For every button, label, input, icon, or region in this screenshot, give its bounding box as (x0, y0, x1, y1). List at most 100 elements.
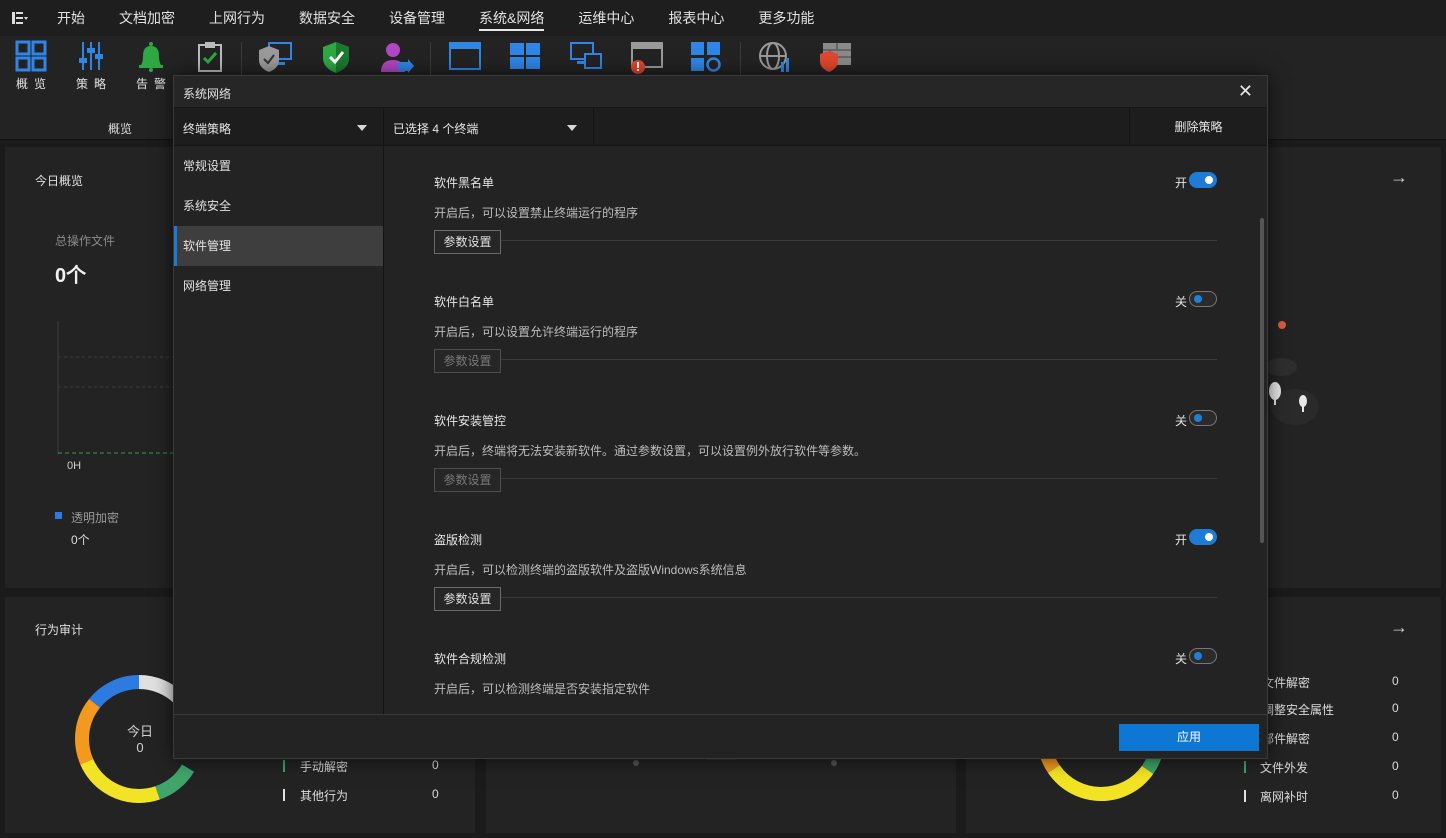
row-marker (1244, 790, 1246, 802)
window-icon (449, 42, 481, 70)
row-marker (1244, 761, 1246, 773)
setting-description: 开启后，可以设置禁止终端运行的程序 (434, 206, 639, 220)
apply-button[interactable]: 应用 (1119, 724, 1259, 751)
alarm-bell-icon (139, 42, 163, 72)
globe-chart-icon (759, 42, 789, 72)
nav-item-system-security[interactable]: 系统安全 (174, 186, 383, 226)
policy-type-dropdown[interactable]: 终端策略 (174, 108, 384, 146)
terminal-selection-dropdown[interactable]: 已选择 4 个终端 (384, 108, 594, 146)
shield-monitor-icon (259, 42, 292, 72)
toggle-knob (1205, 533, 1213, 541)
row-marker (283, 789, 285, 801)
setting-title: 软件黑名单 (434, 176, 495, 190)
settings-content: 软件黑名单 开 开启后，可以设置禁止终端运行的程序 参数设置 软件白名单 关 开… (385, 146, 1265, 714)
setting-software-blacklist: 软件黑名单 开 开启后，可以设置禁止终端运行的程序 参数设置 (434, 146, 1217, 254)
dialog-header: 系统网络 ✕ (174, 76, 1267, 108)
caret-down-icon (357, 125, 367, 131)
apps-grid-icon (691, 42, 721, 72)
tool-policy-label: 策略 (75, 77, 112, 91)
compliance-toggle[interactable] (1189, 648, 1217, 664)
toggle-state-label: 关 (1174, 295, 1187, 309)
dialog-subbar: 终端策略 已选择 4 个终端 删除策略 (174, 108, 1267, 146)
policy-sliders-icon (79, 42, 103, 70)
arrow-right-icon[interactable]: → (1390, 617, 1408, 638)
empty-state-illustration (1265, 321, 1319, 425)
system-network-dialog: 系统网络 ✕ 终端策略 已选择 4 个终端 删除策略 常规设置 系统安全 软件管… (173, 75, 1268, 759)
menu-more-features[interactable]: 更多功能 (741, 0, 831, 36)
tool-alarm-label: 告警 (135, 77, 172, 91)
dialog-footer: 应用 (174, 714, 1267, 758)
menu-device-management[interactable]: 设备管理 (372, 0, 462, 36)
whitelist-toggle[interactable] (1189, 291, 1217, 307)
total-files-value: 0个 (55, 265, 87, 287)
content-scrollbar[interactable] (1260, 218, 1264, 543)
terminal-selection-value: 已选择 4 个终端 (393, 122, 479, 136)
menu-web-behavior[interactable]: 上网行为 (192, 0, 282, 36)
settings-nav: 常规设置 系统安全 软件管理 网络管理 (174, 146, 384, 714)
menu-doc-encryption[interactable]: 文档加密 (102, 0, 192, 36)
middle-chart-fragment (633, 758, 837, 766)
caret-down-icon (567, 125, 577, 131)
app-menu-button[interactable] (0, 0, 40, 36)
menu-system-network[interactable]: 系统&网络 (462, 0, 561, 36)
clipboard-check-icon (198, 42, 222, 72)
delete-policy-button[interactable]: 删除策略 (1129, 108, 1267, 146)
setting-title: 盗版检测 (434, 533, 483, 547)
toggle-knob (1194, 652, 1202, 660)
audit-row-value: 0 (432, 787, 439, 801)
ribbon-group-label: 概览 (107, 122, 132, 136)
setting-description: 开启后，可以检测终端是否安装指定软件 (434, 682, 651, 696)
setting-software-whitelist: 软件白名单 关 开启后，可以设置允许终端运行的程序 参数设置 (434, 241, 1217, 373)
user-transfer-icon (381, 43, 414, 73)
install-control-toggle[interactable] (1189, 410, 1217, 426)
blacklist-toggle[interactable] (1189, 172, 1217, 188)
right-row-label: 调整安全属性 (1262, 703, 1335, 717)
right-row-value: 0 (1392, 730, 1399, 744)
right-row-value: 0 (1392, 788, 1399, 802)
behavior-audit-title: 行为审计 (35, 623, 84, 637)
arrow-right-icon[interactable]: → (1390, 167, 1408, 188)
toggle-state-label: 开 (1174, 533, 1187, 547)
setting-install-control: 软件安装管控 关 开启后，终端将无法安装新软件。通过参数设置，可以设置例外放行软… (434, 360, 1217, 492)
donut-center-value: 0 (136, 740, 144, 755)
toggle-knob (1205, 176, 1213, 184)
menu-start[interactable]: 开始 (40, 0, 102, 36)
setting-description: 开启后，可以检测终端的盗版软件及盗版Windows系统信息 (434, 563, 747, 577)
windows-logo-icon (510, 43, 540, 69)
close-icon[interactable]: ✕ (1238, 81, 1253, 102)
tool-overview[interactable]: 概览 (9, 40, 53, 96)
audit-row-label: 其他行为 (300, 789, 349, 803)
nav-item-general[interactable]: 常规设置 (174, 146, 383, 186)
piracy-detection-toggle[interactable] (1189, 529, 1217, 545)
legend-label: 透明加密 (71, 511, 120, 525)
setting-title: 软件安装管控 (434, 414, 507, 428)
right-row-label: 文件解密 (1262, 676, 1311, 690)
overview-grid-icon (15, 40, 47, 72)
toggle-knob (1194, 295, 1202, 303)
setting-description: 开启后，终端将无法安装新软件。通过参数设置，可以设置例外放行软件等参数。 (434, 444, 867, 458)
toggle-state-label: 关 (1174, 414, 1187, 428)
tool-policy[interactable]: 策略 (69, 40, 113, 96)
toggle-state-label: 关 (1174, 652, 1187, 666)
donut-center-label: 今日 (126, 724, 153, 739)
menu-data-security[interactable]: 数据安全 (282, 0, 372, 36)
toggle-state-label: 开 (1174, 176, 1187, 190)
setting-title: 软件白名单 (434, 295, 495, 309)
today-overview-title: 今日概览 (35, 174, 84, 188)
right-top-card: → (1265, 147, 1441, 588)
tool-alarm[interactable]: 告警 (129, 40, 173, 96)
shield-check-icon (323, 42, 349, 73)
legend-value: 0个 (71, 533, 90, 547)
tool-overview-label: 概览 (15, 77, 52, 91)
dialog-title: 系统网络 (183, 87, 232, 101)
window-alert-icon (631, 42, 663, 74)
top-menubar: 开始 文档加密 上网行为 数据安全 设备管理 系统&网络 运维中心 报表中心 更… (0, 0, 1446, 36)
overview-line-chart (57, 321, 185, 455)
nav-item-network-management[interactable]: 网络管理 (174, 266, 383, 306)
toggle-knob (1194, 414, 1202, 422)
nav-item-software-management[interactable]: 软件管理 (174, 226, 383, 266)
setting-title: 软件合规检测 (434, 652, 507, 666)
menu-ops-center[interactable]: 运维中心 (561, 0, 651, 36)
menu-report-center[interactable]: 报表中心 (651, 0, 741, 36)
audit-row-label: 手动解密 (300, 760, 349, 774)
